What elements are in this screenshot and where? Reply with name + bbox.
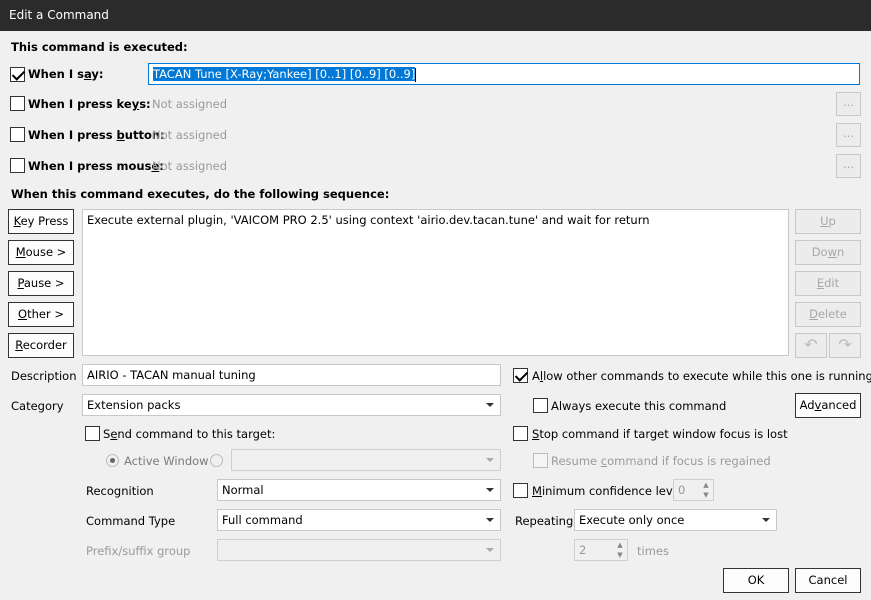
text-cursor <box>415 67 417 82</box>
radio-dot <box>110 458 115 463</box>
always-execute-checkbox[interactable] <box>533 398 548 413</box>
when-i-press-button-checkbox[interactable] <box>10 127 25 142</box>
button-browse-button[interactable]: ... <box>836 123 861 147</box>
section-sequence-heading: When this command executes, do the follo… <box>11 187 390 201</box>
delete-button[interactable]: Delete <box>795 302 861 327</box>
spin-up-icon[interactable]: ▲ <box>613 540 627 550</box>
recognition-dropdown[interactable]: Normal <box>217 479 501 501</box>
section-executed-heading: This command is executed: <box>11 40 188 54</box>
sequence-list[interactable]: Execute external plugin, 'VAICOM PRO 2.5… <box>82 209 789 356</box>
title-bar: Edit a Command <box>0 0 871 31</box>
other-button[interactable]: Other > <box>8 302 74 327</box>
advanced-button[interactable]: Advanced <box>795 393 861 418</box>
keys-browse-button[interactable]: ... <box>836 92 861 116</box>
repeat-times-spinner[interactable]: 2 ▲ ▼ <box>574 539 628 561</box>
keys-value: Not assigned <box>152 97 227 111</box>
target-radio[interactable] <box>210 454 223 467</box>
when-i-press-keys-checkbox[interactable] <box>10 96 25 111</box>
key-press-button[interactable]: Key Press <box>8 209 74 234</box>
recognition-label: Recognition <box>86 484 154 498</box>
spin-up-icon[interactable]: ▲ <box>699 480 713 490</box>
up-button[interactable]: Up <box>795 209 861 234</box>
spin-down-icon[interactable]: ▼ <box>699 490 713 500</box>
times-label: times <box>637 544 669 558</box>
recorder-button[interactable]: Recorder <box>8 333 74 358</box>
button-value: Not assigned <box>152 128 227 142</box>
ok-button[interactable]: OK <box>723 568 789 593</box>
send-target-label: Send command to this target: <box>103 427 276 441</box>
sequence-item[interactable]: Execute external plugin, 'VAICOM PRO 2.5… <box>87 213 650 227</box>
target-dropdown[interactable] <box>231 449 501 471</box>
always-execute-label: Always execute this command <box>551 399 727 413</box>
when-i-press-button-label: When I press button: <box>28 128 165 142</box>
prefix-suffix-dropdown[interactable] <box>217 539 501 561</box>
when-i-press-mouse-label: When I press mouse: <box>28 159 164 173</box>
allow-other-label: Allow other commands to execute while th… <box>532 369 871 383</box>
command-type-value: Full command <box>222 513 303 527</box>
min-confidence-label: Minimum confidence level <box>532 484 683 498</box>
mouse-value: Not assigned <box>152 159 227 173</box>
when-i-say-text: TACAN Tune [X-Ray;Yankee] [0..1] [0..9] … <box>153 67 416 81</box>
when-i-press-keys-label: When I press keys: <box>28 97 151 111</box>
description-input[interactable]: AIRIO - TACAN manual tuning <box>82 364 501 386</box>
min-confidence-checkbox[interactable] <box>513 483 528 498</box>
prefix-suffix-label: Prefix/suffix group <box>86 544 191 558</box>
window-title: Edit a Command <box>9 8 109 22</box>
repeating-value: Execute only once <box>579 513 685 527</box>
undo-icon: ↶ <box>804 335 818 354</box>
resume-focus-label: Resume command if focus is regained <box>551 454 771 468</box>
active-window-radio[interactable] <box>106 454 119 467</box>
category-label: Category <box>11 399 64 413</box>
min-confidence-value: 0 <box>678 483 686 497</box>
category-dropdown[interactable]: Extension packs <box>82 394 501 416</box>
min-confidence-spinner[interactable]: 0 ▲ ▼ <box>673 479 714 501</box>
spin-down-icon[interactable]: ▼ <box>613 550 627 560</box>
command-type-label: Command Type <box>86 514 176 528</box>
when-i-say-checkbox[interactable] <box>10 67 25 82</box>
undo-button[interactable]: ↶ <box>795 333 827 358</box>
down-button[interactable]: Down <box>795 240 861 265</box>
active-window-label: Active Window <box>124 454 209 468</box>
redo-button[interactable]: ↷ <box>829 333 861 358</box>
send-target-checkbox[interactable] <box>85 426 100 441</box>
redo-icon: ↷ <box>838 335 852 354</box>
when-i-press-mouse-checkbox[interactable] <box>10 158 25 173</box>
allow-other-checkbox[interactable] <box>513 368 528 383</box>
recognition-value: Normal <box>222 483 264 497</box>
command-type-dropdown[interactable]: Full command <box>217 509 501 531</box>
mouse-button[interactable]: Mouse > <box>8 240 74 265</box>
mouse-browse-button[interactable]: ... <box>836 154 861 178</box>
edit-button[interactable]: Edit <box>795 271 861 296</box>
description-label: Description <box>11 369 77 383</box>
when-i-say-input[interactable]: TACAN Tune [X-Ray;Yankee] [0..1] [0..9] … <box>148 63 860 85</box>
stop-focus-checkbox[interactable] <box>513 426 528 441</box>
resume-focus-checkbox[interactable] <box>533 453 548 468</box>
repeating-label: Repeating <box>515 514 574 528</box>
pause-button[interactable]: Pause > <box>8 271 74 296</box>
repeating-dropdown[interactable]: Execute only once <box>574 509 777 531</box>
when-i-say-label: When I say: <box>28 67 104 81</box>
repeat-times-value: 2 <box>579 543 587 557</box>
cancel-button[interactable]: Cancel <box>795 568 861 593</box>
stop-focus-label: Stop command if target window focus is l… <box>532 427 788 441</box>
category-value: Extension packs <box>87 398 181 412</box>
